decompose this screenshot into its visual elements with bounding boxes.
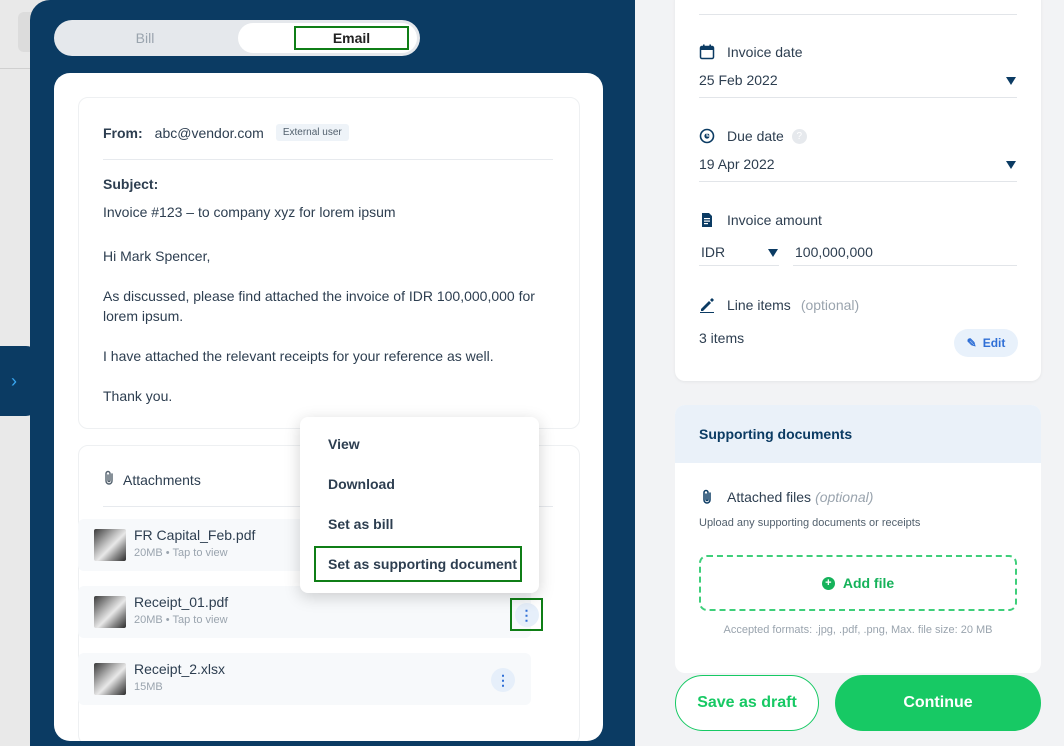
supporting-documents-title: Supporting documents [675, 405, 1041, 463]
paperclip-icon [699, 489, 715, 505]
subject-label: Subject: [103, 176, 159, 192]
email-preview-panel: Bill Email From: abc@vendor.com External… [30, 0, 635, 746]
invoice-date-label: Invoice date [727, 44, 803, 60]
invoice-date-value[interactable]: 25 Feb 2022 [699, 72, 778, 88]
view-mode-toggle: Bill Email [54, 20, 420, 56]
invoice-amount-label-row: Invoice amount [699, 212, 822, 228]
edit-label: Edit [982, 336, 1006, 350]
attached-files-label: Attached files [727, 489, 812, 505]
paperclip-icon [103, 470, 115, 489]
edit-line-items-button[interactable]: ✎ Edit [954, 329, 1018, 357]
optional-tag: (optional) [815, 489, 874, 505]
from-label: From: [103, 124, 143, 141]
attachment-item[interactable]: Receipt_2.xlsx 15MB ⋮ [78, 653, 531, 705]
field-divider [699, 14, 1017, 15]
invoice-amount-input[interactable]: 100,000,000 [795, 244, 873, 260]
continue-button[interactable]: Continue [835, 675, 1041, 731]
file-meta: 20MB • Tap to view [134, 614, 228, 626]
invoice-date-label-row: Invoice date [699, 44, 803, 60]
email-content-card: From: abc@vendor.com External user Subje… [54, 73, 603, 741]
optional-tag: (optional) [800, 297, 860, 313]
due-date-label: Due date [727, 128, 784, 144]
from-row: From: abc@vendor.com External user [103, 124, 349, 141]
field-divider [793, 265, 1017, 266]
currency-select[interactable]: IDR [701, 244, 725, 260]
tab-email[interactable]: Email [294, 26, 409, 50]
bill-form-panel: Invoice date 25 Feb 2022 Due date ? 19 A… [635, 0, 1064, 746]
upload-hint: Upload any supporting documents or recei… [699, 517, 921, 529]
background-divider [0, 68, 30, 69]
file-name: FR Capital_Feb.pdf [134, 527, 256, 543]
add-file-label: Add file [842, 575, 895, 591]
receipt-icon [699, 212, 715, 228]
file-name: Receipt_01.pdf [134, 594, 229, 610]
file-thumbnail [94, 596, 126, 628]
external-user-badge: External user [275, 124, 349, 141]
tab-bill[interactable]: Bill [54, 20, 236, 56]
field-divider [699, 265, 779, 266]
email-paragraph-1: As discussed, please find attached the i… [103, 288, 535, 324]
email-signoff: Thank you. [103, 388, 173, 404]
due-date-value[interactable]: 19 Apr 2022 [699, 156, 775, 172]
caret-down-icon[interactable] [768, 249, 778, 257]
line-items-label-row: Line items (optional) [699, 297, 859, 313]
plus-circle-icon: + [821, 576, 835, 590]
chevron-right-icon: › [11, 370, 17, 391]
add-file-button[interactable]: + Add file [699, 555, 1017, 611]
menu-item-download[interactable]: Download [328, 476, 395, 492]
menu-item-view[interactable]: View [328, 436, 360, 452]
pencil-icon: ✎ [966, 336, 977, 350]
email-greeting: Hi Mark Spencer, [103, 248, 211, 264]
from-divider [103, 159, 553, 160]
menu-item-set-as-bill[interactable]: Set as bill [328, 516, 393, 532]
more-options-icon[interactable]: ⋮ [514, 602, 539, 627]
caret-down-icon[interactable] [1006, 77, 1016, 85]
email-message: From: abc@vendor.com External user Subje… [78, 97, 580, 429]
attachments-header: Attachments [103, 470, 201, 489]
line-items-label: Line items [727, 297, 791, 313]
due-date-label-row: Due date ? [699, 128, 807, 144]
file-meta: 20MB • Tap to view [134, 547, 228, 559]
field-divider [699, 181, 1017, 182]
file-meta: 15MB [134, 681, 163, 693]
accepted-formats-note: Accepted formats: .jpg, .pdf, .png, Max.… [723, 624, 993, 636]
calendar-icon [699, 44, 715, 60]
line-items-count: 3 items [699, 330, 745, 346]
clock-icon [699, 128, 715, 144]
menu-item-set-as-supporting-document[interactable]: Set as supporting document [314, 546, 522, 582]
file-context-menu: View Download Set as bill Set as support… [300, 417, 539, 593]
save-as-draft-button[interactable]: Save as draft [675, 675, 819, 731]
attachment-item[interactable]: Receipt_01.pdf 20MB • Tap to view [78, 586, 531, 638]
from-address: abc@vendor.com [154, 124, 264, 141]
email-paragraph-2: I have attached the relevant receipts fo… [103, 348, 494, 364]
help-icon[interactable]: ? [791, 128, 807, 144]
bill-details-card: Invoice date 25 Feb 2022 Due date ? 19 A… [675, 0, 1041, 381]
caret-down-icon[interactable] [1006, 161, 1016, 169]
attachments-title: Attachments [123, 471, 201, 488]
file-options-button[interactable]: ⋮ [510, 598, 543, 631]
supporting-documents-card: Supporting documents Attached files (opt… [675, 405, 1041, 673]
pencil-icon [699, 297, 715, 313]
subject-text: Invoice #123 – to company xyz for lorem … [103, 204, 396, 220]
file-thumbnail [94, 663, 126, 695]
field-divider [699, 97, 1017, 98]
attached-files-label-row: Attached files (optional) [699, 489, 873, 505]
more-options-icon[interactable]: ⋮ [491, 668, 515, 692]
file-thumbnail [94, 529, 126, 561]
file-name: Receipt_2.xlsx [134, 661, 226, 677]
invoice-amount-label: Invoice amount [727, 212, 822, 228]
